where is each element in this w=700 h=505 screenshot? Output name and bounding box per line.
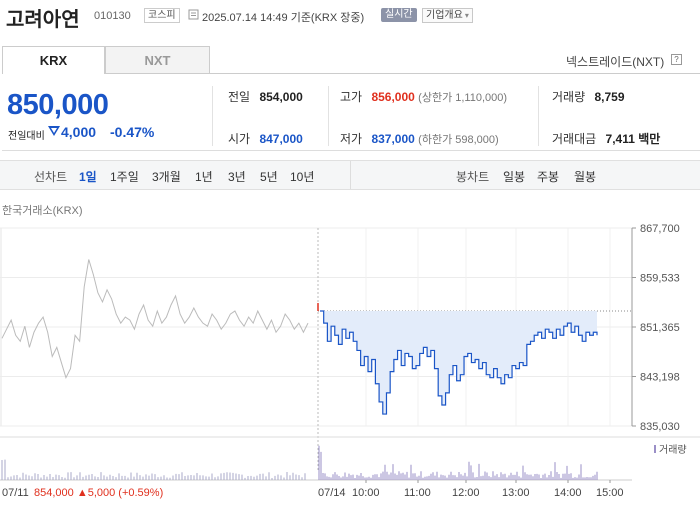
prev-day-summary: 854,000 ▲5,000 (+0.59%)	[34, 487, 163, 499]
y-tick-label: 851,365	[640, 322, 680, 334]
y-tick-label: 843,198	[640, 372, 680, 384]
x-tick-label: 11:00	[404, 487, 431, 499]
y-tick-label: 867,700	[640, 223, 680, 235]
volume-legend-label: 거래량	[659, 444, 687, 456]
price-area	[320, 311, 597, 415]
x-tick-label: 12:00	[452, 487, 480, 499]
x-tick-label: 15:00	[596, 487, 624, 499]
volume-bars	[1, 445, 598, 480]
y-tick-label: 859,533	[640, 273, 680, 285]
y-tick-label: 835,030	[640, 421, 680, 433]
volume-legend-swatch	[654, 445, 656, 453]
x-tick-label: 13:00	[502, 487, 530, 499]
x-tick-label: 07/11	[2, 487, 29, 499]
x-tick-label: 14:00	[554, 487, 582, 499]
x-tick-label: 07/14	[318, 487, 346, 499]
x-tick-label: 10:00	[352, 487, 380, 499]
price-chart[interactable]: 867,700 859,533 851,365 843,198 835,030 거래량 07…	[0, 0, 700, 505]
